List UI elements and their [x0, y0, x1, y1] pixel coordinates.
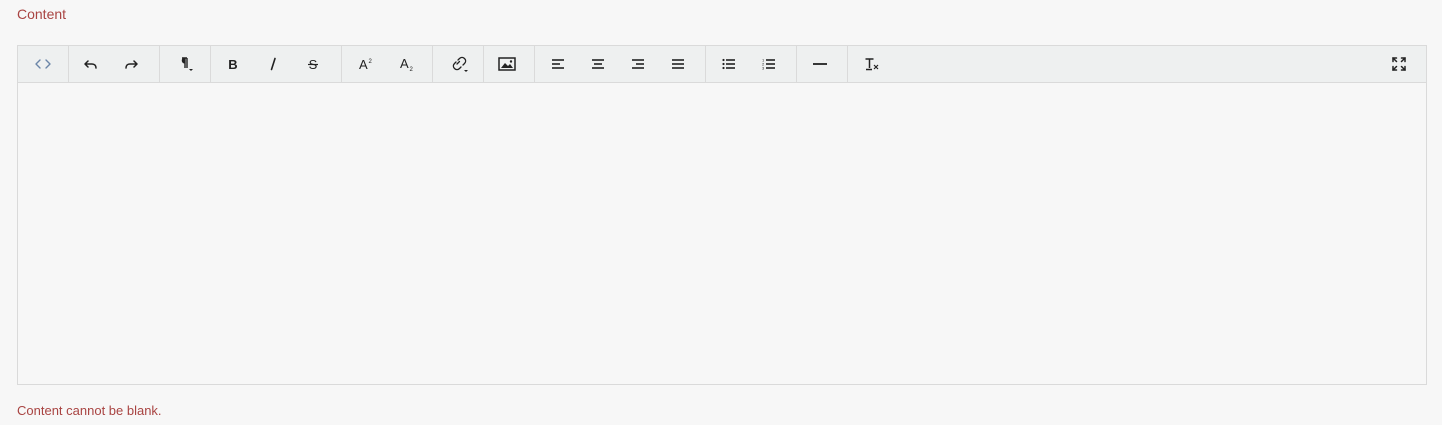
strikethrough-button[interactable]: S: [294, 46, 332, 82]
svg-text:3: 3: [762, 66, 765, 71]
toolbar-separator: [341, 46, 342, 82]
rich-text-editor: B S: [17, 45, 1427, 385]
svg-text:A: A: [400, 57, 409, 71]
content-field: Content B A 2 A 2 1 2 3 Content cannot b…: [0, 0, 1442, 425]
align-center-button[interactable]: [578, 46, 618, 82]
strikethrough-icon: S: [306, 57, 320, 71]
toolbar-separator: [210, 46, 211, 82]
toolbar-separator: [483, 46, 484, 82]
validation-error-message: Content cannot be blank.: [17, 403, 162, 418]
subscript-button[interactable]: A 2: [387, 46, 427, 82]
code-view-button[interactable]: [18, 46, 68, 82]
unordered-list-button[interactable]: [709, 46, 749, 82]
align-left-button[interactable]: [538, 46, 578, 82]
image-icon: [498, 57, 516, 71]
code-view-icon: [35, 58, 51, 70]
link-icon: [448, 55, 470, 73]
redo-button[interactable]: [112, 46, 150, 82]
ordered-list-button[interactable]: 123: [749, 46, 789, 82]
align-justify-icon: [671, 58, 685, 70]
clear-formatting-button[interactable]: [852, 46, 892, 82]
bold-icon: B: [227, 57, 239, 71]
horizontal-rule-icon: [812, 58, 828, 70]
image-button[interactable]: [487, 46, 527, 82]
toolbar-separator: [705, 46, 706, 82]
superscript-icon: A 2: [358, 57, 374, 71]
svg-text:2: 2: [369, 59, 373, 65]
redo-icon: [124, 58, 138, 70]
toolbar-separator: [68, 46, 69, 82]
toolbar-separator: [159, 46, 160, 82]
ordered-list-icon: 123: [762, 58, 776, 70]
superscript-button[interactable]: A 2: [346, 46, 386, 82]
fullscreen-icon: [1392, 57, 1406, 71]
subscript-icon: A 2: [399, 57, 415, 71]
undo-icon: [84, 58, 98, 70]
fullscreen-button[interactable]: [1379, 46, 1419, 82]
undo-button[interactable]: [72, 46, 110, 82]
toolbar-separator: [796, 46, 797, 82]
paragraph-style-dropdown[interactable]: [164, 46, 208, 82]
unordered-list-icon: [722, 58, 736, 70]
paragraph-icon: [176, 55, 196, 73]
align-right-button[interactable]: [618, 46, 658, 82]
svg-text:A: A: [359, 57, 368, 71]
svg-text:B: B: [228, 57, 237, 71]
toolbar-separator: [847, 46, 848, 82]
svg-text:2: 2: [410, 67, 414, 71]
editor-toolbar: B S: [18, 46, 1426, 83]
align-right-icon: [631, 58, 645, 70]
italic-icon: [267, 57, 279, 71]
editor-content-area[interactable]: [18, 83, 1426, 384]
align-left-icon: [551, 58, 565, 70]
italic-button[interactable]: [254, 46, 292, 82]
toolbar-separator: [432, 46, 433, 82]
clear-formatting-icon: [864, 57, 880, 71]
horizontal-rule-button[interactable]: [800, 46, 840, 82]
bold-button[interactable]: B: [214, 46, 252, 82]
toolbar-separator: [534, 46, 535, 82]
align-justify-button[interactable]: [658, 46, 698, 82]
field-label: Content: [17, 6, 67, 22]
link-dropdown[interactable]: [437, 46, 481, 82]
align-center-icon: [591, 58, 605, 70]
